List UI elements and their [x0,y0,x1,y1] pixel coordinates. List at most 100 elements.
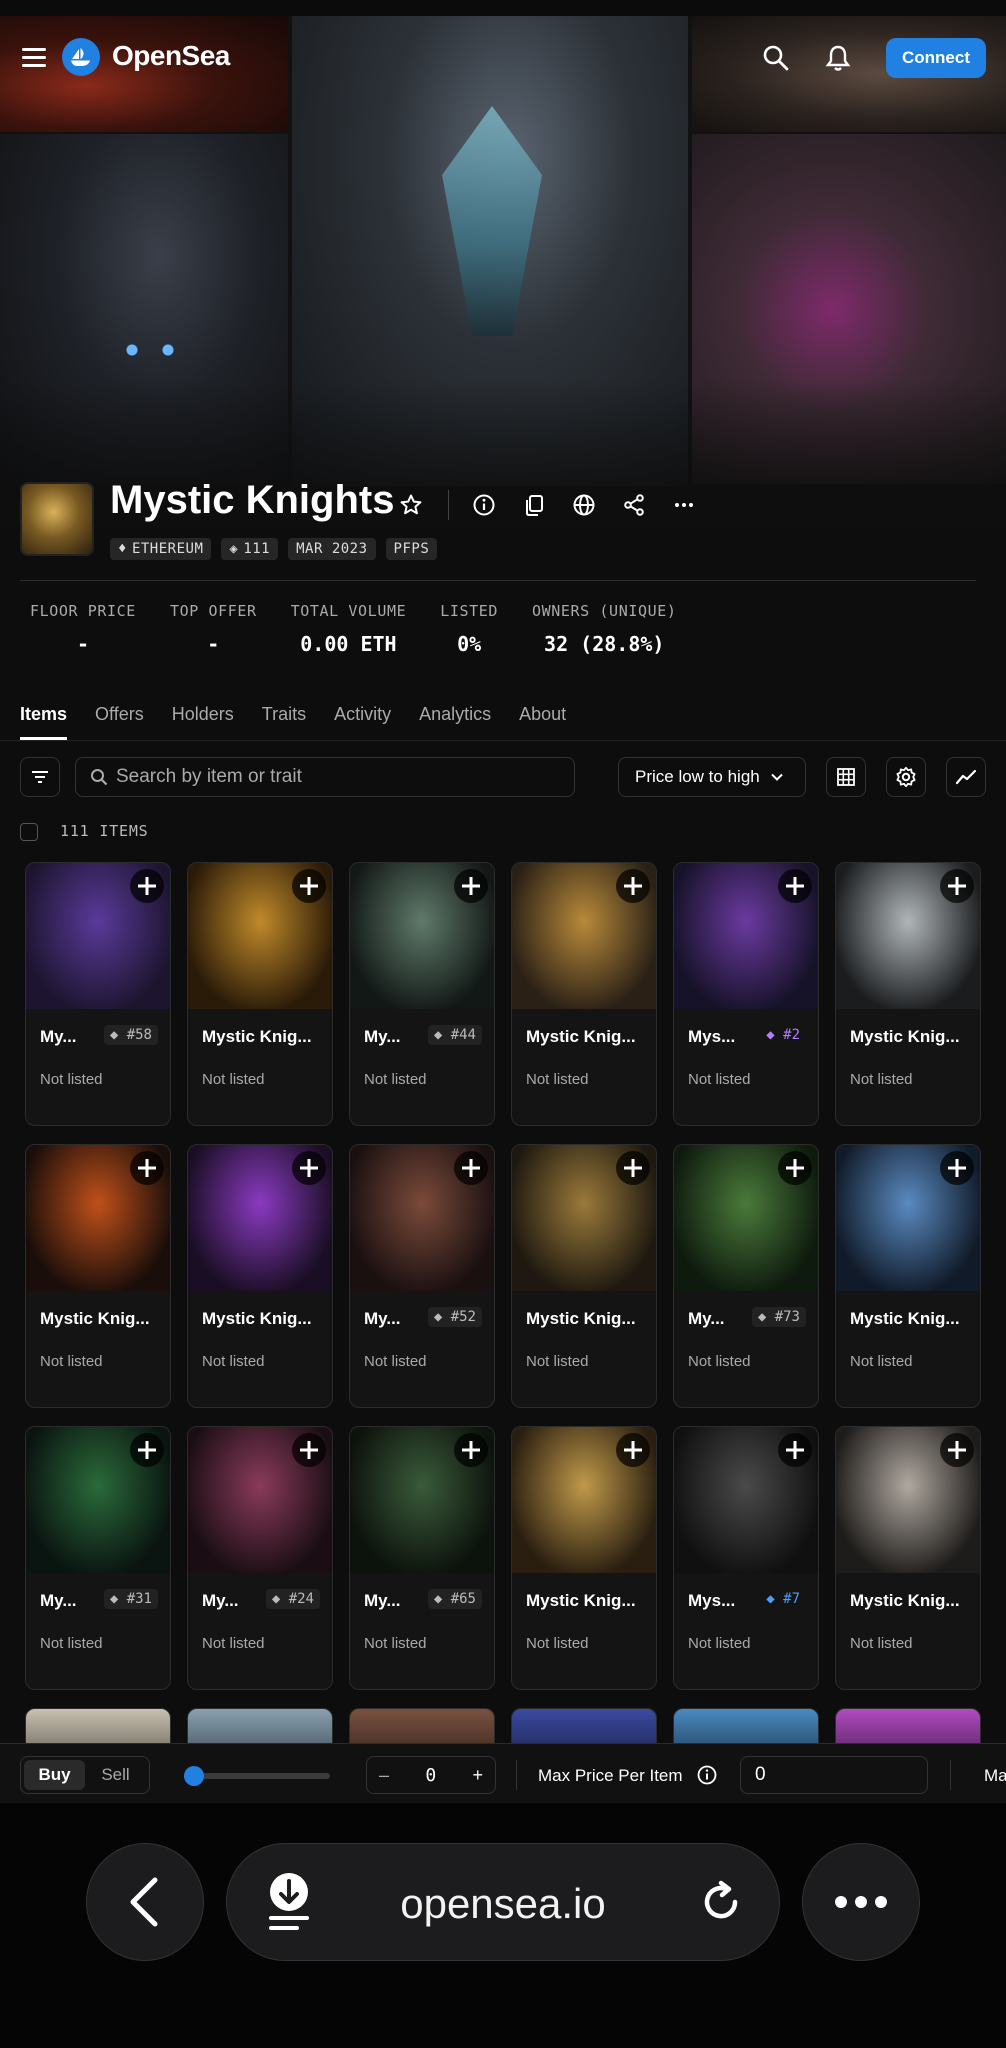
more-button[interactable] [802,1843,920,1961]
add-to-cart-button[interactable] [616,869,650,903]
select-all-checkbox[interactable] [20,823,38,841]
max-price-input[interactable]: 0 [740,1756,928,1794]
search-icon[interactable] [762,44,790,77]
tab-holders[interactable]: Holders [172,704,234,740]
tab-traits[interactable]: Traits [262,704,306,740]
tab-items[interactable]: Items [20,704,68,740]
add-to-cart-button[interactable] [616,1433,650,1467]
sell-tab[interactable]: Sell [85,1760,146,1790]
nft-image[interactable] [350,863,494,1009]
reload-icon[interactable] [699,1880,743,1924]
nft-card[interactable]: Mystic Knig... Not listed [187,862,333,1126]
nft-card[interactable]: My... ◆ #44 Not listed [349,862,495,1126]
nft-card[interactable]: Mys... ◆ #2 Not listed [673,862,819,1126]
buy-tab[interactable]: Buy [24,1760,85,1790]
nft-card[interactable]: My... ◆ #73 Not listed [673,1144,819,1408]
info-icon[interactable] [471,492,497,518]
add-to-cart-button[interactable] [778,1151,812,1185]
opensea-logo-icon[interactable] [62,38,100,76]
brand-name[interactable]: OpenSea [112,40,230,72]
nft-card[interactable]: My... ◆ #65 Not listed [349,1426,495,1690]
add-to-cart-button[interactable] [940,1433,974,1467]
add-to-cart-button[interactable] [616,1151,650,1185]
add-to-cart-button[interactable] [454,869,488,903]
nft-card[interactable]: Mystic Knig... Not listed [835,1144,981,1408]
nft-card[interactable]: Mystic Knig... Not listed [835,862,981,1126]
nft-image[interactable] [350,1427,494,1573]
nft-image[interactable] [350,1145,494,1291]
add-to-cart-button[interactable] [130,1433,164,1467]
add-to-cart-button[interactable] [454,1151,488,1185]
analytics-button[interactable] [946,757,986,797]
address-bar[interactable]: opensea.io [226,1843,780,1961]
sweep-slider-track[interactable] [190,1773,330,1779]
nft-card-partial[interactable] [187,1708,333,1743]
quantity-value[interactable]: 0 [425,1765,436,1786]
nft-card[interactable]: Mystic Knig... Not listed [25,1144,171,1408]
nft-card-partial[interactable] [511,1708,657,1743]
nft-image[interactable] [674,863,818,1009]
nft-card-partial[interactable] [673,1708,819,1743]
nft-card-partial[interactable] [835,1708,981,1743]
add-to-cart-button[interactable] [940,869,974,903]
nft-card-partial[interactable] [25,1708,171,1743]
copy-icon[interactable] [521,492,547,518]
nft-image[interactable] [674,1145,818,1291]
add-to-cart-button[interactable] [130,869,164,903]
star-icon[interactable] [398,492,424,518]
nft-image[interactable] [836,1145,980,1291]
search-input[interactable] [116,766,536,788]
nft-card[interactable]: Mystic Knig... Not listed [835,1426,981,1690]
nft-image[interactable] [512,1427,656,1573]
nft-card[interactable]: Mystic Knig... Not listed [511,1144,657,1408]
nft-card[interactable]: Mys... ◆ #7 Not listed [673,1426,819,1690]
connect-button[interactable]: Connect [886,38,986,78]
tab-activity[interactable]: Activity [334,704,391,740]
decrement-button[interactable]: – [379,1765,389,1786]
nft-card[interactable]: My... ◆ #31 Not listed [25,1426,171,1690]
info-icon[interactable] [696,1764,718,1791]
nft-image[interactable] [836,863,980,1009]
sort-dropdown[interactable]: Price low to high [618,757,806,797]
add-to-cart-button[interactable] [778,869,812,903]
add-to-cart-button[interactable] [130,1151,164,1185]
add-to-cart-button[interactable] [778,1433,812,1467]
add-to-cart-button[interactable] [454,1433,488,1467]
nft-image[interactable] [512,863,656,1009]
add-to-cart-button[interactable] [292,1433,326,1467]
nft-image[interactable] [188,1145,332,1291]
tab-offers[interactable]: Offers [95,704,144,740]
nft-image[interactable] [836,1427,980,1573]
grid-view-button[interactable] [826,757,866,797]
tab-analytics[interactable]: Analytics [419,704,491,740]
sweep-slider-handle[interactable] [184,1766,204,1786]
nft-image[interactable] [26,1427,170,1573]
nft-image[interactable] [188,1427,332,1573]
settings-button[interactable] [886,757,926,797]
menu-icon[interactable] [22,48,48,68]
tab-about[interactable]: About [519,704,566,740]
increment-button[interactable]: + [472,1765,483,1786]
nft-card[interactable]: Mystic Knig... Not listed [511,862,657,1126]
add-to-cart-button[interactable] [940,1151,974,1185]
share-icon[interactable] [621,492,647,518]
nft-card[interactable]: My... ◆ #52 Not listed [349,1144,495,1408]
filter-button[interactable] [20,757,60,797]
nft-card[interactable]: My... ◆ #58 Not listed [25,862,171,1126]
nft-image[interactable] [674,1427,818,1573]
add-to-cart-button[interactable] [292,869,326,903]
more-icon[interactable] [671,492,697,518]
nft-card[interactable]: Mystic Knig... Not listed [187,1144,333,1408]
add-to-cart-button[interactable] [292,1151,326,1185]
nft-card-partial[interactable] [349,1708,495,1743]
nft-image[interactable] [188,863,332,1009]
nft-image[interactable] [512,1145,656,1291]
back-button[interactable] [86,1843,204,1961]
globe-icon[interactable] [571,492,597,518]
nft-image[interactable] [26,1145,170,1291]
nft-card[interactable]: My... ◆ #24 Not listed [187,1426,333,1690]
nft-image[interactable] [26,863,170,1009]
item-search[interactable] [75,757,575,797]
bell-icon[interactable] [824,44,852,77]
nft-card[interactable]: Mystic Knig... Not listed [511,1426,657,1690]
